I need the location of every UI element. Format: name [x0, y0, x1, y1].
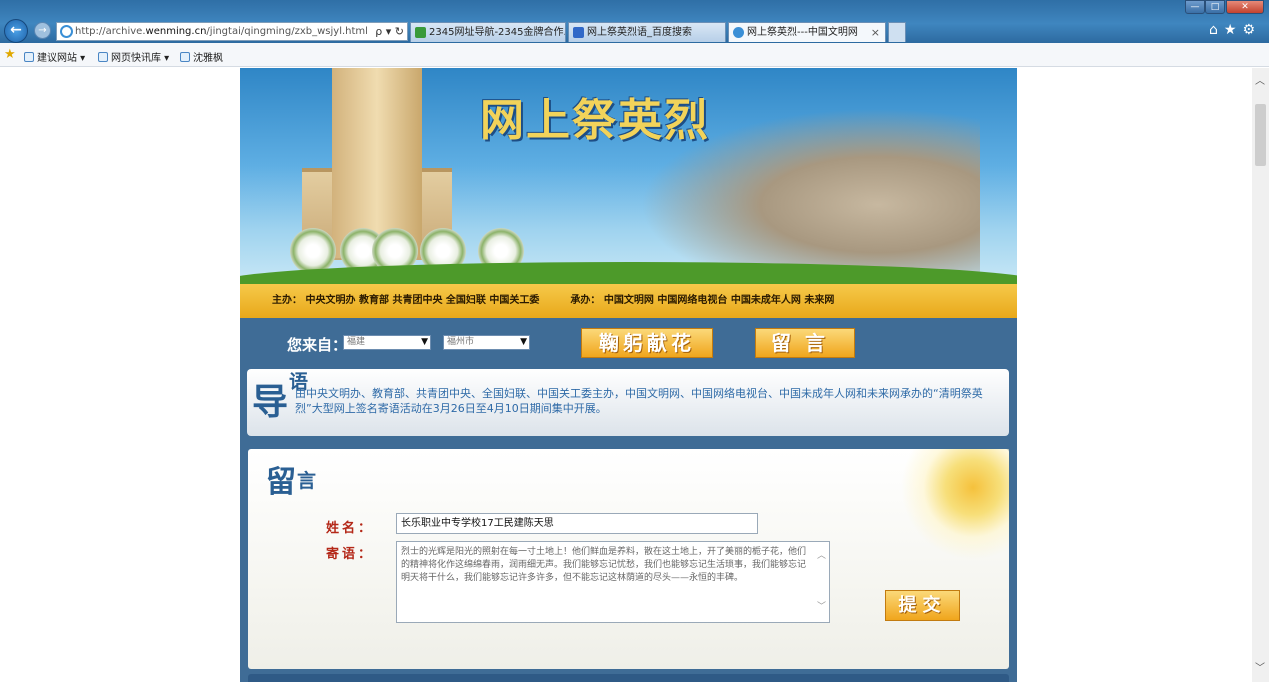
page-icon — [98, 52, 108, 62]
province-value: 福建 — [347, 337, 366, 347]
wreath-image — [290, 228, 336, 274]
leave-message-button[interactable]: 留言 — [755, 328, 855, 358]
host-list: 中央文明办 教育部 共青团中央 全国妇联 中国关工委 — [305, 295, 540, 306]
organizer-list: 中国文明网 中国网络电视台 中国未成年人网 未来网 — [603, 295, 835, 306]
search-refresh-icons[interactable]: ρ ▾ ↻ — [375, 23, 404, 40]
city-value: 福州市 — [447, 337, 475, 347]
tab-label: 网上祭英烈语_百度搜索 — [587, 27, 692, 38]
message-form-panel: 留 言 姓名： 长乐职业中专学校17工民建陈天思 寄语： 烈士的光辉是阳光的照射… — [248, 449, 1009, 669]
guide-text: 由中央文明办、教育部、共青团中央、全国妇联、中国关工委主办，中国文明网、中国网络… — [295, 387, 983, 415]
scroll-up-icon[interactable]: ︿ — [1255, 72, 1265, 87]
site-favicon-icon — [415, 27, 426, 38]
province-select[interactable]: 福建 ▼ — [343, 335, 431, 350]
origin-row: 您来自： 福建 ▼ 福州市 ▼ 鞠躬献花 留言 — [240, 318, 1017, 368]
words-text: 烈士的光辉是阳光的照射在每一寸土地上！他们鲜血是养料，散在这土地上，开了美丽的栀… — [401, 547, 807, 583]
tab-label: 2345网址导航-2345金牌合作... — [429, 27, 566, 38]
forward-button[interactable]: → — [34, 22, 51, 39]
page-icon — [24, 52, 34, 62]
words-textarea[interactable]: 烈士的光辉是阳光的照射在每一寸土地上！他们鲜血是养料，散在这土地上，开了美丽的栀… — [396, 541, 830, 623]
words-label: 寄语： — [326, 547, 375, 562]
baidu-favicon-icon — [573, 27, 584, 38]
monument-image — [332, 68, 422, 258]
address-prefix: http://archive. — [75, 26, 146, 37]
sponsor-bar: 主办： 中央文明办 教育部 共青团中央 全国妇联 中国关工委 承办： 中国文明网… — [240, 284, 1017, 318]
favorite-suggested-sites[interactable]: 建议网站 ▾ — [24, 49, 85, 64]
back-button[interactable]: ← — [4, 19, 28, 43]
address-bar[interactable]: http://archive.wenming.cn/jingtai/qingmi… — [56, 22, 408, 41]
chevron-down-icon: ▼ — [520, 337, 527, 347]
scroll-thumb[interactable] — [1255, 104, 1266, 166]
favorite-label: 网页快讯库 ▾ — [111, 53, 170, 64]
guide-heading-big: 导 — [252, 381, 289, 423]
banner-title: 网上祭英烈 — [480, 95, 710, 146]
address-host: wenming.cn — [145, 26, 207, 37]
page-scrollbar[interactable]: ︿ ﹀ — [1252, 68, 1269, 682]
name-label: 姓名： — [326, 521, 375, 536]
close-window-button[interactable]: ✕ — [1226, 0, 1264, 14]
tab-wenming-active[interactable]: 网上祭英烈---中国文明网 × — [728, 22, 886, 42]
flower-decoration-image — [889, 449, 1009, 559]
next-section-edge — [248, 674, 1009, 682]
page-content: 网上祭英烈 主办： 中央文明办 教育部 共青团中央 全国妇联 中国关工委 承办：… — [240, 68, 1017, 682]
page-icon — [180, 52, 190, 62]
origin-label: 您来自： — [287, 336, 348, 354]
maximize-button[interactable]: □ — [1205, 0, 1225, 14]
tab-baidu-search[interactable]: 网上祭英烈语_百度搜索 — [568, 22, 726, 42]
favorites-bar: ★ 建议网站 ▾ 网页快讯库 ▾ 沈雅枫 — [0, 43, 1269, 67]
forward-arrow-icon: → — [38, 25, 47, 36]
scroll-up-icon[interactable]: ︿ — [817, 550, 826, 563]
ie-page-icon — [60, 25, 73, 38]
back-arrow-icon: ← — [10, 22, 22, 38]
favorites-star-icon[interactable]: ★ — [4, 47, 16, 62]
new-tab-button[interactable] — [888, 22, 906, 42]
organizer-label: 承办： — [570, 295, 601, 306]
bow-offer-flowers-button[interactable]: 鞠躬献花 — [581, 328, 713, 358]
favorite-label: 沈雅枫 — [193, 53, 223, 64]
submit-button[interactable]: 提交 — [885, 590, 960, 621]
city-select[interactable]: 福州市 ▼ — [443, 335, 530, 350]
banner: 网上祭英烈 — [240, 68, 1017, 284]
ie-favicon-icon — [733, 27, 744, 38]
guide-panel: 导 语 由中央文明办、教育部、共青团中央、全国妇联、中国关工委主办，中国文明网、… — [247, 369, 1009, 436]
favorite-shen-yafeng[interactable]: 沈雅枫 — [180, 49, 223, 64]
scroll-down-icon[interactable]: ﹀ — [1255, 659, 1265, 674]
minimize-button[interactable]: — — [1185, 0, 1205, 14]
address-path: /jingtai/qingming/zxb_wsjyl.html — [206, 26, 368, 37]
message-heading-big: 留 — [266, 465, 296, 500]
scroll-down-icon[interactable]: ﹀ — [817, 601, 826, 614]
favorite-label: 建议网站 ▾ — [37, 53, 86, 64]
chevron-down-icon: ▼ — [421, 337, 428, 347]
name-input[interactable]: 长乐职业中专学校17工民建陈天思 — [396, 513, 758, 534]
favorite-web-slices[interactable]: 网页快讯库 ▾ — [98, 49, 169, 64]
tab-label: 网上祭英烈---中国文明网 — [747, 27, 858, 38]
host-label: 主办： — [272, 295, 302, 306]
close-tab-icon[interactable]: × — [871, 23, 880, 42]
browser-titlebar: — □ ✕ ← → http://archive.wenming.cn/jing… — [0, 0, 1269, 43]
toolbar-icons[interactable]: ⌂★⚙ — [1209, 22, 1261, 38]
message-heading-small: 言 — [297, 470, 317, 492]
tab-2345[interactable]: 2345网址导航-2345金牌合作... — [410, 22, 566, 42]
